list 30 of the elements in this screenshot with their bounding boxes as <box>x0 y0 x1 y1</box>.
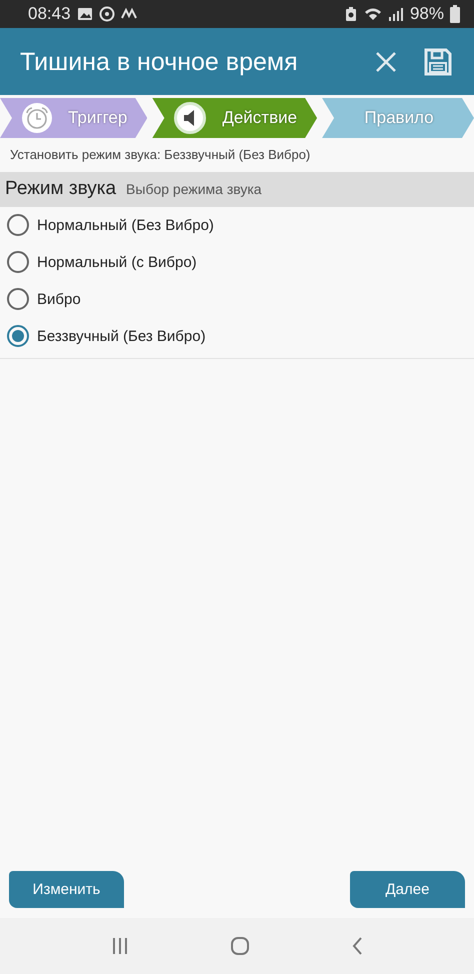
recents-icon <box>112 937 128 955</box>
circle-icon <box>98 6 115 22</box>
gallery-icon <box>76 6 93 22</box>
next-button[interactable]: Далее <box>350 871 465 908</box>
screen-title: Тишина в ночное время <box>20 47 299 77</box>
radio-button[interactable] <box>7 214 29 236</box>
battery-level: 98% <box>410 4 444 24</box>
battery-saver-icon <box>344 6 358 22</box>
alarm-clock-icon <box>22 103 52 133</box>
status-time: 08:43 <box>28 4 71 24</box>
option-label[interactable]: Нормальный (с Вибро) <box>37 254 197 270</box>
section-subtitle: Выбор режима звука <box>126 181 262 197</box>
speaker-icon <box>174 102 206 134</box>
save-icon <box>424 48 452 76</box>
section-title: Режим звука <box>5 178 116 200</box>
option-label[interactable]: Беззвучный (Без Вибро) <box>37 328 206 344</box>
option-label[interactable]: Нормальный (Без Вибро) <box>37 216 214 234</box>
radio-button[interactable] <box>7 288 29 310</box>
close-icon <box>374 50 398 74</box>
radio-button[interactable] <box>7 325 29 347</box>
battery-icon <box>450 5 460 23</box>
home-icon <box>230 937 248 955</box>
wifi-icon <box>364 6 382 22</box>
action-summary: Установить режим звука: Беззвучный (Без Вибро) <box>9 146 312 164</box>
step-tab[interactable]: Действие <box>152 98 318 138</box>
option-label[interactable]: Вибро <box>37 290 81 308</box>
radio-button[interactable] <box>7 251 29 273</box>
signal-icon <box>388 6 404 22</box>
edit-button[interactable]: Изменить <box>9 871 124 908</box>
back-icon <box>352 937 362 955</box>
